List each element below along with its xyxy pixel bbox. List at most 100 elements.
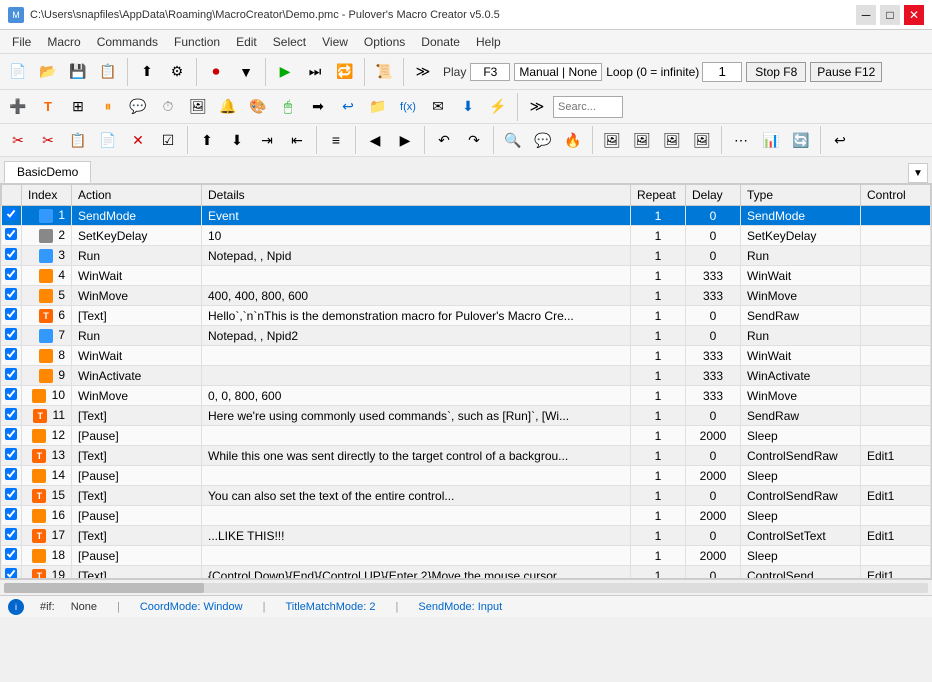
table-row[interactable]: T 11 [Text] Here we're using commonly us…: [2, 406, 931, 426]
back-button[interactable]: ↩: [826, 126, 854, 154]
row-checkbox[interactable]: [5, 428, 17, 440]
menu-select[interactable]: Select: [265, 33, 314, 51]
menu-options[interactable]: Options: [356, 33, 413, 51]
tab-basicdemo[interactable]: BasicDemo: [4, 161, 91, 183]
text-button[interactable]: T: [34, 93, 62, 121]
sound-button[interactable]: 🔔: [214, 93, 242, 121]
col-header-control[interactable]: Control: [861, 185, 931, 206]
search-input[interactable]: [553, 96, 623, 118]
expand-button[interactable]: ≫: [409, 58, 437, 86]
outdent-button[interactable]: ⇤: [283, 126, 311, 154]
new-button[interactable]: 📄: [4, 58, 32, 86]
delete-button[interactable]: ✕: [124, 126, 152, 154]
import-button[interactable]: ⚙: [163, 58, 191, 86]
stop-button[interactable]: Stop F8: [746, 62, 806, 82]
script-button[interactable]: 📜: [370, 58, 398, 86]
table-row[interactable]: 3 Run Notepad, , Npid 1 0 Run: [2, 246, 931, 266]
scrollbar-track[interactable]: [4, 583, 928, 593]
indent-button[interactable]: ⇥: [253, 126, 281, 154]
img4-button[interactable]: 🖼: [688, 126, 716, 154]
row-checkbox[interactable]: [5, 468, 17, 480]
save-as-button[interactable]: 📋: [94, 58, 122, 86]
more-button[interactable]: ⋯: [727, 126, 755, 154]
status-sendmode-link[interactable]: SendMode: Input: [418, 601, 502, 613]
row-checkbox[interactable]: [5, 368, 17, 380]
menu-help[interactable]: Help: [468, 33, 509, 51]
row-checkbox[interactable]: [5, 328, 17, 340]
col-header-type[interactable]: Type: [741, 185, 861, 206]
var-button[interactable]: ⚡: [484, 93, 512, 121]
table-row[interactable]: T 15 [Text] You can also set the text of…: [2, 486, 931, 506]
table-row[interactable]: 14 [Pause] 1 2000 Sleep: [2, 466, 931, 486]
scissors-button[interactable]: ✂: [34, 126, 62, 154]
table-row[interactable]: 2 SetKeyDelay 10 1 0 SetKeyDelay: [2, 226, 931, 246]
row-checkbox[interactable]: [5, 308, 17, 320]
horizontal-scrollbar[interactable]: [0, 579, 932, 595]
menu-edit[interactable]: Edit: [228, 33, 265, 51]
add-command-button[interactable]: ➕: [4, 93, 32, 121]
align-left[interactable]: ◀: [361, 126, 389, 154]
table-row[interactable]: 10 WinMove 0, 0, 800, 600 1 333 WinMove: [2, 386, 931, 406]
open-button[interactable]: 📂: [34, 58, 62, 86]
download-button[interactable]: ⬇: [454, 93, 482, 121]
col-header-delay[interactable]: Delay: [686, 185, 741, 206]
record-button[interactable]: ⏺: [202, 58, 230, 86]
undo-button[interactable]: ↶: [430, 126, 458, 154]
paste-button[interactable]: 📄: [94, 126, 122, 154]
img3-button[interactable]: 🖼: [658, 126, 686, 154]
menu-commands[interactable]: Commands: [89, 33, 166, 51]
play-repeat[interactable]: 🔁: [331, 58, 359, 86]
expand-r2[interactable]: ≫: [523, 93, 551, 121]
fire-button[interactable]: 🔥: [559, 126, 587, 154]
play-step[interactable]: ⏭: [301, 58, 329, 86]
balloon-button[interactable]: 💬: [124, 93, 152, 121]
menu-view[interactable]: View: [314, 33, 356, 51]
pause-button[interactable]: Pause F12: [810, 62, 882, 82]
row-checkbox[interactable]: [5, 208, 17, 220]
table-row[interactable]: 7 Run Notepad, , Npid2 1 0 Run: [2, 326, 931, 346]
row-checkbox[interactable]: [5, 408, 17, 420]
row-checkbox[interactable]: [5, 508, 17, 520]
row-checkbox[interactable]: [5, 568, 17, 579]
close-button[interactable]: ✕: [904, 5, 924, 25]
info-icon[interactable]: i: [8, 599, 24, 615]
file-button[interactable]: 📁: [364, 93, 392, 121]
cut-icon[interactable]: ✂: [4, 126, 32, 154]
minimize-button[interactable]: ─: [856, 5, 876, 25]
row-checkbox[interactable]: [5, 288, 17, 300]
play-button[interactable]: ▶: [271, 58, 299, 86]
chat-button[interactable]: 💬: [529, 126, 557, 154]
table-row[interactable]: T 17 [Text] ...LIKE THIS!!! 1 0 ControlS…: [2, 526, 931, 546]
align-right[interactable]: ▶: [391, 126, 419, 154]
row-checkbox[interactable]: [5, 548, 17, 560]
row-checkbox[interactable]: [5, 488, 17, 500]
image-button[interactable]: 🖼: [184, 93, 212, 121]
play-key-badge[interactable]: F3: [470, 63, 510, 81]
refresh-button[interactable]: 🔄: [787, 126, 815, 154]
table-row[interactable]: 18 [Pause] 1 2000 Sleep: [2, 546, 931, 566]
table-row[interactable]: T 6 [Text] Hello`,`n`nThis is the demons…: [2, 306, 931, 326]
img1-button[interactable]: 🖼: [598, 126, 626, 154]
move-up-button[interactable]: ⬆: [193, 126, 221, 154]
table-row[interactable]: T 13 [Text] While this one was sent dire…: [2, 446, 931, 466]
function-btn[interactable]: f(x): [394, 93, 422, 121]
menu-file[interactable]: File: [4, 33, 39, 51]
enable-button[interactable]: ☑: [154, 126, 182, 154]
menu-function[interactable]: Function: [166, 33, 228, 51]
table-row[interactable]: 16 [Pause] 1 2000 Sleep: [2, 506, 931, 526]
table-row[interactable]: T 19 [Text] {Control Down}{End}{Control …: [2, 566, 931, 580]
loop-button[interactable]: ↩: [334, 93, 362, 121]
menu-donate[interactable]: Donate: [413, 33, 468, 51]
row-checkbox[interactable]: [5, 268, 17, 280]
row-checkbox[interactable]: [5, 348, 17, 360]
arrow-button[interactable]: ➡: [304, 93, 332, 121]
table-row[interactable]: 12 [Pause] 1 2000 Sleep: [2, 426, 931, 446]
col-header-repeat[interactable]: Repeat: [631, 185, 686, 206]
row-checkbox[interactable]: [5, 448, 17, 460]
row-checkbox[interactable]: [5, 248, 17, 260]
table-row[interactable]: 4 WinWait 1 333 WinWait: [2, 266, 931, 286]
col-header-details[interactable]: Details: [202, 185, 631, 206]
img2-button[interactable]: 🖼: [628, 126, 656, 154]
export-button[interactable]: ⬆: [133, 58, 161, 86]
table-row[interactable]: 1 SendMode Event 1 0 SendMode: [2, 206, 931, 226]
